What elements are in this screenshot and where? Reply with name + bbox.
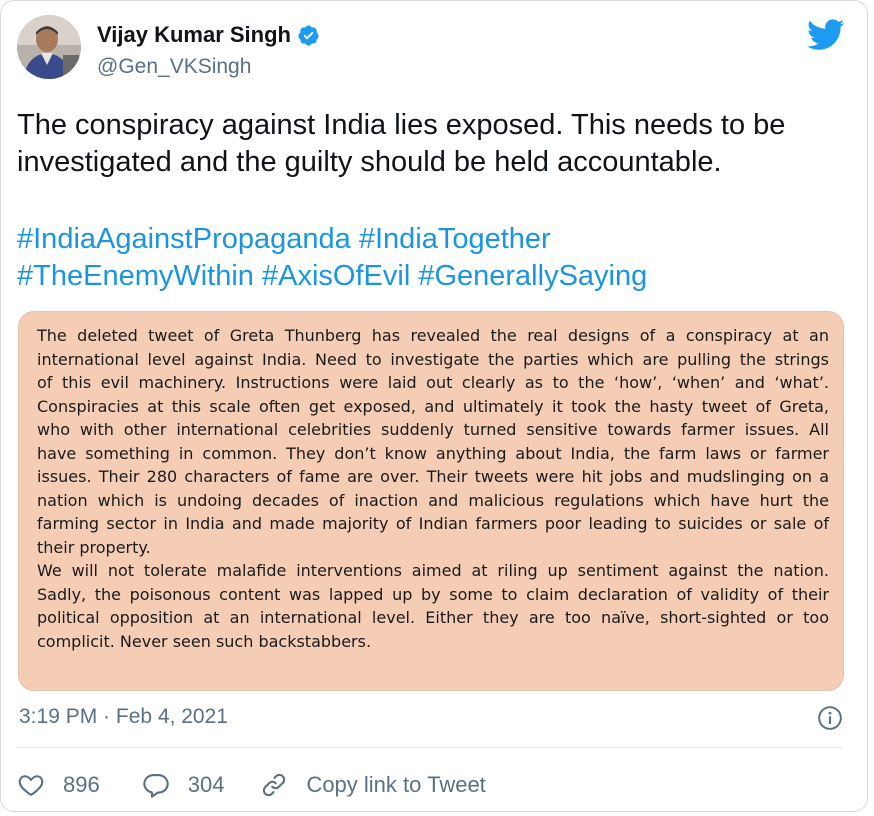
author-handle[interactable]: @Gen_VKSingh xyxy=(97,55,251,79)
tweet-image[interactable]: The deleted tweet of Greta Thunberg has … xyxy=(18,311,844,691)
link-icon xyxy=(263,773,286,797)
hashtag-link[interactable]: #TheEnemyWithin xyxy=(17,260,254,292)
tweet-actions: 896 304 Copy link to Tweet xyxy=(17,767,486,803)
image-text-line: We will not tolerate malafide interventi… xyxy=(37,561,829,580)
author-name[interactable]: Vijay Kumar Singh xyxy=(97,22,291,48)
image-text-line: who with other international celebrities… xyxy=(37,420,829,439)
tweet-text: The conspiracy against India lies expose… xyxy=(17,107,857,181)
copy-link-label: Copy link to Tweet xyxy=(306,772,486,797)
author-name-row[interactable]: Vijay Kumar Singh xyxy=(97,22,320,48)
reply-bubble-icon xyxy=(143,774,169,798)
reply-button[interactable]: 304 xyxy=(142,771,225,799)
hashtag-link[interactable]: #IndiaAgainstPropaganda xyxy=(17,223,351,255)
tweet-text-line: investigated and the guilty should be he… xyxy=(17,146,722,178)
copy-link-button[interactable]: Copy link to Tweet xyxy=(260,771,486,799)
hashtag-line: #IndiaAgainstPropaganda #IndiaTogether xyxy=(17,221,857,258)
divider xyxy=(17,747,843,748)
hashtag-link[interactable]: #AxisOfEvil xyxy=(262,260,410,292)
like-count: 896 xyxy=(63,772,100,797)
image-text-line: political opposition at an international… xyxy=(37,608,829,627)
image-text-line: farming sector in India and made majorit… xyxy=(37,514,829,533)
hashtag-link[interactable]: #IndiaTogether xyxy=(359,223,551,255)
image-text-line: complicit. Never seen such backstabbers. xyxy=(37,631,372,651)
image-text-line: international level against India. Need … xyxy=(37,349,829,369)
tweet-text-line: The conspiracy against India lies expose… xyxy=(17,109,786,141)
reply-count: 304 xyxy=(187,772,225,797)
image-text-line: nation which is undoing decades of inact… xyxy=(37,490,829,510)
image-text-line: Conspiracies at this scale often get exp… xyxy=(37,396,829,416)
image-text-line: have something in common. They don’t kno… xyxy=(37,443,829,463)
avatar[interactable] xyxy=(17,15,81,79)
image-text-line: The deleted tweet of Greta Thunberg has … xyxy=(37,326,829,345)
image-text-line: of this evil machinery. Instructions wer… xyxy=(37,373,829,392)
heart-icon xyxy=(18,775,44,796)
avatar-image xyxy=(17,15,81,79)
tweet-card: Vijay Kumar Singh @Gen_VKSingh The consp… xyxy=(0,0,868,812)
hashtag-line: #TheEnemyWithin #AxisOfEvil #GenerallySa… xyxy=(17,258,857,295)
image-text-line: issues. Their 280 characters of fame are… xyxy=(37,467,829,486)
info-icon[interactable] xyxy=(817,705,843,731)
like-button[interactable]: 896 xyxy=(17,771,100,799)
verified-badge-icon xyxy=(298,24,319,46)
hashtags: #IndiaAgainstPropaganda #IndiaTogether #… xyxy=(17,221,857,295)
image-text: The deleted tweet of Greta Thunberg has … xyxy=(37,324,829,653)
tweet-timestamp[interactable]: 3:19 PM · Feb 4, 2021 xyxy=(19,705,228,729)
twitter-bird-icon[interactable] xyxy=(807,19,845,51)
image-text-line: their property. xyxy=(37,537,151,557)
hashtag-link[interactable]: #GenerallySaying xyxy=(418,260,647,292)
image-text-line: Sadly, the poisonous content was lapped … xyxy=(37,584,829,604)
